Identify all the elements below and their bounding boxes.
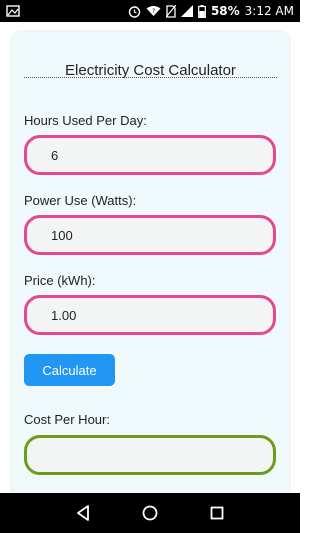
cost-per-hour-output [24,435,276,475]
recents-icon[interactable] [202,498,232,528]
price-label: Price (kWh): [24,273,96,288]
hours-label: Hours Used Per Day: [24,113,147,128]
watts-input[interactable]: 100 [24,215,276,255]
clock: 3:12 AM [244,4,294,18]
navigation-bar [0,493,300,533]
status-bar: ? 58% 3:12 AM [0,0,300,22]
watts-label: Power Use (Watts): [24,193,137,208]
cost-per-hour-label: Cost Per Hour: [24,412,110,427]
alarm-icon [128,5,141,18]
hours-input[interactable]: 6 [24,135,276,175]
image-icon [6,5,20,17]
signal-icon [180,5,193,17]
home-icon[interactable] [135,498,165,528]
calculate-button[interactable]: Calculate [24,354,115,386]
battery-icon [198,4,206,18]
back-icon[interactable] [68,498,98,528]
battery-percent: 58% [210,4,240,18]
calculator-card: Electricity Cost Calculator Hours Used P… [12,32,289,493]
wifi-icon: ? [146,5,161,17]
svg-text:?: ? [152,8,155,15]
title-divider [24,77,277,78]
no-sim-icon [165,4,176,18]
price-input[interactable]: 1.00 [24,295,276,335]
app-content: Electricity Cost Calculator Hours Used P… [0,22,300,493]
